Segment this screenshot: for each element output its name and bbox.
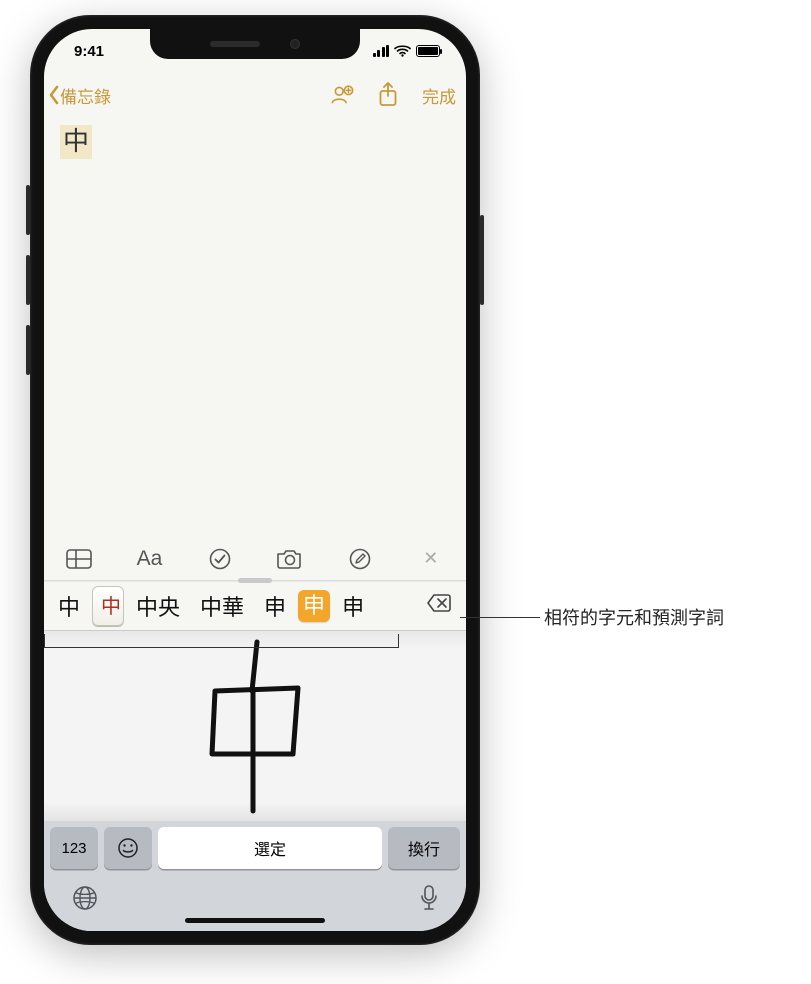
annotation-callout: 相符的字元和預測字詞 bbox=[460, 604, 724, 630]
add-people-icon bbox=[330, 83, 354, 107]
checklist-icon bbox=[209, 548, 231, 570]
dictation-button[interactable] bbox=[420, 885, 438, 916]
delete-button[interactable] bbox=[418, 589, 460, 623]
home-indicator[interactable] bbox=[185, 918, 325, 923]
iphone-frame: 9:41 備忘錄 bbox=[30, 15, 480, 945]
candidate-1-mahjong[interactable]: 中 bbox=[92, 586, 124, 626]
add-people-button[interactable] bbox=[330, 83, 354, 107]
table-icon bbox=[66, 549, 92, 569]
markup-button[interactable] bbox=[340, 544, 380, 574]
navigation-bar: 備忘錄 完成 bbox=[44, 73, 466, 117]
cellular-signal-icon bbox=[373, 45, 390, 57]
format-icon: Aa bbox=[137, 547, 163, 571]
handwritten-stroke bbox=[180, 636, 330, 816]
globe-icon bbox=[72, 885, 98, 911]
candidate-bar: 中 中 中央 中華 申 申 申 bbox=[44, 581, 466, 631]
candidate-4[interactable]: 申 bbox=[256, 586, 294, 626]
checklist-button[interactable] bbox=[200, 544, 240, 574]
candidate-3[interactable]: 中華 bbox=[192, 586, 252, 626]
nav-actions: 完成 bbox=[330, 83, 456, 108]
back-button[interactable]: 備忘錄 bbox=[48, 83, 111, 108]
candidate-0[interactable]: 中 bbox=[50, 586, 88, 626]
table-button[interactable] bbox=[59, 544, 99, 574]
notes-toolbar: Aa ✕ bbox=[44, 537, 466, 581]
space-confirm-button[interactable]: 選定 bbox=[158, 827, 382, 869]
keyboard-control-row: 123 選定 換行 bbox=[44, 821, 466, 875]
camera-icon bbox=[277, 549, 303, 569]
status-time: 9:41 bbox=[74, 43, 104, 60]
wifi-icon bbox=[394, 45, 411, 57]
share-icon bbox=[378, 82, 398, 108]
annotation-text: 相符的字元和預測字詞 bbox=[544, 604, 724, 630]
globe-keyboard-button[interactable] bbox=[72, 885, 98, 916]
note-text: 中 bbox=[60, 125, 92, 159]
candidate-2[interactable]: 中央 bbox=[128, 586, 188, 626]
handwriting-pad[interactable] bbox=[44, 631, 466, 821]
close-icon: ✕ bbox=[423, 548, 438, 569]
candidate-6[interactable]: 申 bbox=[334, 586, 372, 626]
share-button[interactable] bbox=[376, 83, 400, 107]
emoji-keyboard-button[interactable] bbox=[104, 827, 152, 869]
camera-button[interactable] bbox=[270, 544, 310, 574]
format-text-button[interactable]: Aa bbox=[129, 544, 169, 574]
callout-leader-line bbox=[460, 617, 540, 618]
screen: 9:41 備忘錄 bbox=[44, 29, 466, 931]
dismiss-toolbar-button[interactable]: ✕ bbox=[411, 544, 451, 574]
candidate-5-highlighted[interactable]: 申 bbox=[298, 590, 330, 622]
callout-bracket bbox=[44, 634, 399, 648]
drag-handle[interactable] bbox=[238, 578, 272, 583]
battery-icon bbox=[416, 45, 440, 57]
return-button[interactable]: 換行 bbox=[388, 827, 460, 869]
numeric-keyboard-button[interactable]: 123 bbox=[50, 827, 98, 869]
done-button[interactable]: 完成 bbox=[422, 83, 456, 108]
back-label: 備忘錄 bbox=[60, 83, 111, 108]
mic-icon bbox=[420, 885, 438, 911]
delete-icon bbox=[426, 593, 452, 613]
status-right-cluster bbox=[373, 45, 441, 57]
notch bbox=[150, 29, 360, 59]
front-camera bbox=[290, 39, 300, 49]
draw-icon bbox=[349, 548, 371, 570]
chevron-left-icon bbox=[48, 85, 60, 105]
note-content-area[interactable]: 中 bbox=[44, 117, 466, 537]
emoji-icon bbox=[117, 837, 139, 859]
speaker-grille bbox=[210, 41, 260, 47]
